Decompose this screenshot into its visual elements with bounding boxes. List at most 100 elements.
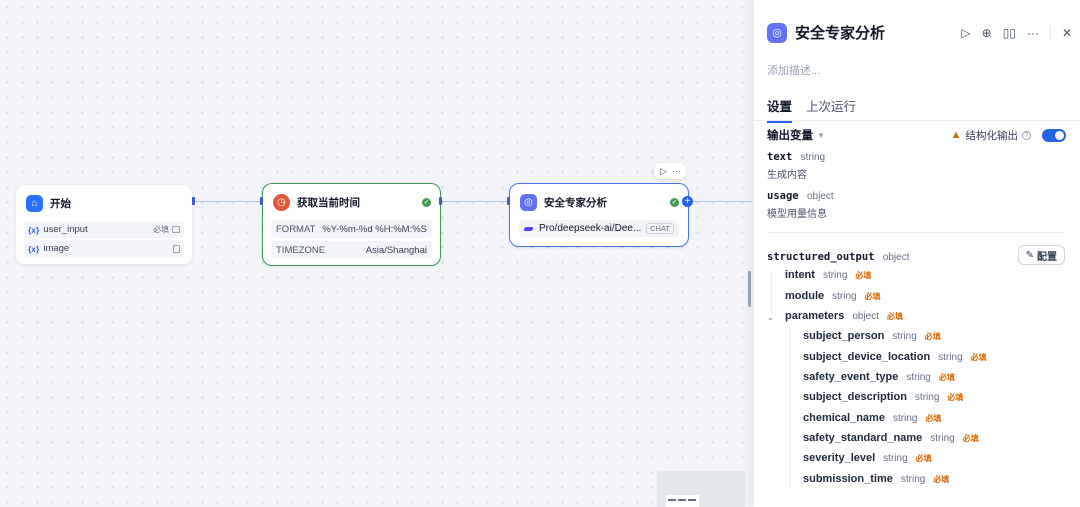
file-icon	[173, 244, 180, 253]
structured-output-label: 结构化输出	[965, 129, 1019, 142]
text-input-icon	[172, 226, 180, 233]
field-name: chemical_name	[803, 412, 885, 424]
minimap[interactable]	[657, 471, 745, 507]
config-button[interactable]: ✎ 配置	[1017, 245, 1065, 265]
chat-mode-tag: CHAT	[646, 223, 674, 234]
node-get-time-title: 获取当前时间	[297, 196, 360, 209]
caret-down-icon[interactable]: ▼	[817, 131, 825, 140]
output-var-usage: usage object 模型用量信息	[767, 188, 834, 220]
required-tag: 必填	[153, 225, 169, 234]
divider	[1049, 26, 1051, 40]
tree-guide	[771, 270, 772, 314]
llm-brain-icon: ◎	[767, 22, 787, 43]
edge-start-time[interactable]	[194, 201, 262, 202]
node-llm[interactable]: ◎ 安全专家分析 ✓ Pro/deepseek-ai/Dee... CHAT	[509, 183, 689, 247]
field-type: string	[892, 330, 917, 342]
structured-output-root: structured_output object	[767, 249, 910, 263]
field-name: severity_level	[803, 452, 876, 464]
description-input[interactable]: 添加描述...	[767, 62, 820, 78]
schema-subfield: severity_level string 必填	[803, 452, 932, 464]
output-vars-label[interactable]: 输出变量	[767, 127, 813, 143]
edge-llm-out[interactable]	[693, 201, 752, 202]
more-icon[interactable]: ···	[1027, 26, 1039, 40]
node-llm-input-handle[interactable]	[507, 197, 510, 205]
tab-settings[interactable]: 设置	[767, 96, 793, 123]
required-tag: 必填	[933, 474, 950, 484]
schema-subfield: submission_time string 必填	[803, 473, 949, 485]
field-type: object	[852, 310, 880, 322]
model-name: Pro/deepseek-ai/Dee...	[539, 223, 642, 234]
start-var-row[interactable]: {x} user_input 必填	[24, 221, 184, 238]
field-type: string	[883, 452, 908, 464]
target-icon[interactable]: ⊕	[982, 26, 992, 40]
llm-brain-icon: ◎	[520, 193, 537, 211]
required-tag: 必填	[938, 372, 955, 382]
schema-field: intent string 必填	[785, 269, 871, 281]
param-value: %Y-%m-%d %H:%M:%S	[322, 223, 427, 235]
schema-subfield: safety_event_type string 必填	[803, 371, 955, 383]
node-start-title: 开始	[50, 197, 71, 210]
var-type: string	[800, 152, 826, 163]
run-icon[interactable]: ▷	[961, 26, 970, 40]
clock-icon: ◷	[273, 193, 290, 211]
param-key: FORMAT	[276, 223, 316, 235]
schema-field: parameters object 必填	[785, 310, 903, 322]
field-type: string	[938, 351, 963, 363]
field-name: safety_event_type	[803, 371, 899, 383]
var-name: text	[767, 151, 793, 163]
structured-output-toggle[interactable]	[1042, 128, 1066, 142]
panel-title[interactable]: 安全专家分析	[795, 22, 885, 43]
variable-icon: {x}	[28, 243, 40, 254]
field-name: intent	[785, 269, 815, 281]
config-label: 配置	[1037, 251, 1057, 263]
field-name: submission_time	[803, 473, 893, 485]
node-time-input-handle[interactable]	[260, 197, 263, 205]
node-start[interactable]: ⌂ 开始 {x} user_input 必填 {x} image	[15, 184, 193, 265]
param-value: Asia/Shanghai	[365, 244, 427, 256]
required-tag: 必填	[915, 453, 932, 463]
required-tag: 必填	[947, 392, 964, 402]
tab-last-run[interactable]: 上次运行	[806, 96, 856, 123]
var-description: 模型用量信息	[767, 209, 827, 220]
node-llm-title: 安全专家分析	[544, 196, 607, 209]
var-type: object	[882, 252, 910, 263]
help-icon[interactable]: ?	[1022, 130, 1031, 140]
var-description: 生成内容	[767, 170, 807, 181]
node-time-output-handle[interactable]	[439, 197, 442, 205]
chevron-down-icon[interactable]: ⌄	[767, 313, 774, 322]
panel-resize-handle[interactable]	[748, 271, 751, 307]
field-type: string	[832, 290, 857, 302]
node-toolbar: ▷ ···	[654, 163, 686, 179]
required-tag: 必填	[864, 291, 881, 301]
success-check-icon: ✓	[670, 198, 679, 207]
minimap-viewport[interactable]	[666, 495, 699, 507]
field-type: string	[822, 269, 848, 281]
field-name: subject_device_location	[803, 351, 931, 363]
close-icon[interactable]: ✕	[1062, 26, 1072, 40]
variable-icon: {x}	[28, 224, 40, 235]
node-start-output-handle[interactable]	[192, 197, 195, 205]
var-type: object	[806, 191, 834, 202]
field-name: subject_person	[803, 330, 885, 342]
schema-subfield: subject_description string 必填	[803, 391, 963, 403]
more-icon[interactable]: ···	[672, 166, 681, 176]
field-name: subject_description	[803, 391, 907, 403]
tab-divider	[754, 120, 1080, 121]
field-name: parameters	[785, 310, 845, 322]
field-type: string	[914, 391, 940, 403]
var-name: image	[43, 243, 70, 254]
edge-time-llm[interactable]	[441, 201, 509, 202]
book-icon[interactable]: ▯▯	[1003, 26, 1016, 40]
add-next-node-button[interactable]: +	[682, 196, 693, 207]
field-type: string	[906, 371, 931, 383]
schema-subfield: subject_device_location string 必填	[803, 351, 987, 363]
param-key: TIMEZONE	[276, 244, 326, 256]
run-node-icon[interactable]: ▷	[660, 166, 667, 177]
required-tag: 必填	[887, 311, 904, 321]
workflow-canvas[interactable]: ⌂ 开始 {x} user_input 必填 {x} image ◷ 获取当前时…	[0, 0, 752, 507]
model-selector[interactable]: Pro/deepseek-ai/Dee... CHAT	[519, 220, 679, 237]
warning-icon: ▲	[950, 129, 962, 141]
start-var-row[interactable]: {x} image	[24, 240, 184, 257]
node-get-time[interactable]: ◷ 获取当前时间 ✓ FORMAT %Y-%m-%d %H:%M:%S TIME…	[262, 183, 441, 266]
schema-subfield: safety_standard_name string 必填	[803, 432, 979, 444]
